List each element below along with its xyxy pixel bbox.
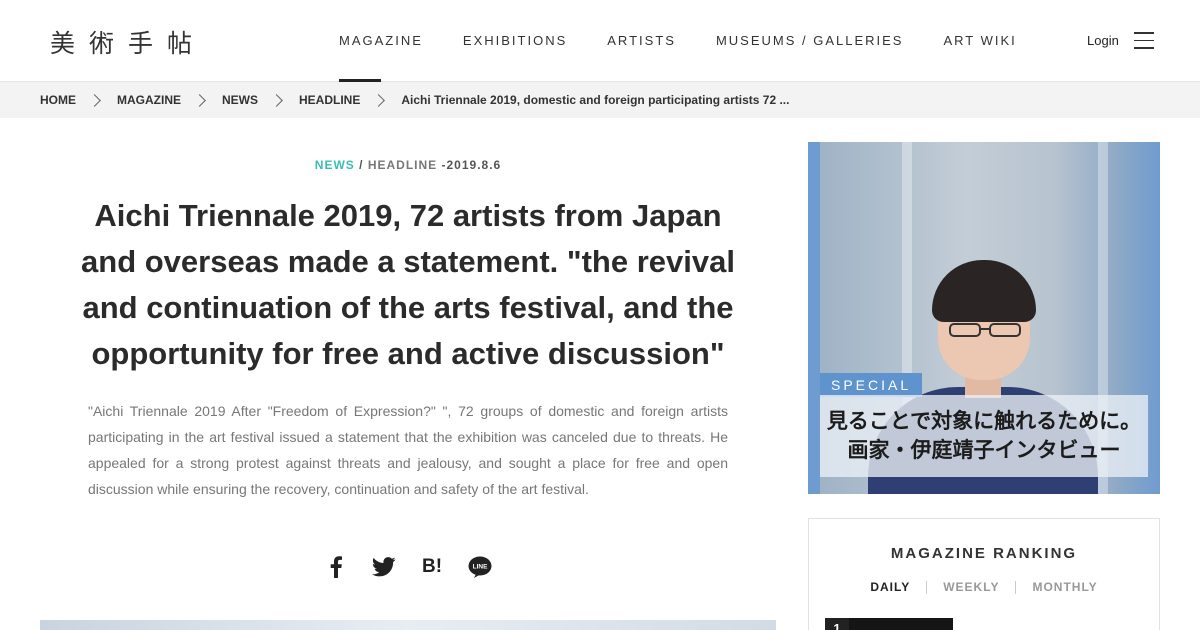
nav-item-exhibitions[interactable]: EXHIBITIONS (443, 0, 587, 82)
login-link[interactable]: Login (1087, 33, 1119, 48)
breadcrumb-news[interactable]: NEWS (222, 93, 258, 107)
chevron-right-icon (270, 93, 283, 107)
chevron-right-icon (193, 93, 206, 107)
hatena-bookmark-icon[interactable]: B! (418, 551, 446, 583)
facebook-icon[interactable] (322, 551, 350, 583)
share-buttons: B! LINE (322, 551, 494, 583)
rank-number: 1 (825, 618, 849, 630)
site-header: 美術手帖 MAGAZINE EXHIBITIONS ARTISTS MUSEUM… (0, 0, 1200, 82)
tab-monthly[interactable]: MONTHLY (1016, 580, 1113, 594)
article-meta: NEWS / HEADLINE -2019.8.6 (40, 158, 776, 172)
article-category-link[interactable]: NEWS (315, 158, 355, 172)
breadcrumb-home[interactable]: HOME (40, 93, 76, 107)
hatena-bookmark-label: B! (421, 556, 443, 577)
main-nav: MAGAZINE EXHIBITIONS ARTISTS MUSEUMS / G… (319, 0, 1037, 82)
promo-caption-line2: 画家・伊庭靖子インタビュー (847, 439, 1121, 462)
article-date: -2019.8.6 (441, 158, 502, 172)
nav-item-artists[interactable]: ARTISTS (587, 0, 696, 82)
nav-item-magazine[interactable]: MAGAZINE (319, 0, 443, 82)
ranking-title: MAGAZINE RANKING (890, 545, 1078, 562)
portrait-hair (932, 260, 1036, 322)
nav-item-art-wiki[interactable]: ART WIKI (923, 0, 1036, 82)
meta-separator: / (359, 158, 364, 172)
site-logo[interactable]: 美術手帖 (50, 24, 206, 60)
line-icon[interactable]: LINE (466, 551, 494, 583)
article-lead: "Aichi Triennale 2019 After "Freedom of … (88, 403, 728, 497)
hamburger-menu-icon[interactable] (1134, 32, 1154, 50)
special-promo-banner[interactable]: SPECIAL 見ることで対象に触れるために。 画家・伊庭靖子インタビュー (808, 142, 1160, 494)
magazine-ranking: MAGAZINE RANKING DAILY WEEKLY MONTHLY 1 (808, 518, 1160, 630)
promo-tag: SPECIAL (820, 373, 923, 397)
breadcrumb-current: Aichi Triennale 2019, domestic and forei… (401, 93, 790, 107)
article-subcategory-link[interactable]: HEADLINE (368, 158, 437, 172)
ranking-item-thumbnail[interactable]: 1 (825, 618, 953, 630)
chevron-right-icon (88, 93, 101, 107)
tab-weekly[interactable]: WEEKLY (927, 580, 1015, 594)
breadcrumb: HOME MAGAZINE NEWS HEADLINE Aichi Trienn… (0, 82, 1200, 118)
promo-caption-line1: 見ることで対象に触れるために。 (826, 410, 1142, 433)
breadcrumb-magazine[interactable]: MAGAZINE (117, 93, 181, 107)
chevron-right-icon (372, 93, 386, 107)
glasses-icon (949, 323, 1021, 337)
article-hero-image (40, 620, 776, 630)
breadcrumb-headline[interactable]: HEADLINE (299, 93, 360, 107)
tab-daily[interactable]: DAILY (854, 580, 926, 594)
promo-caption: 見ることで対象に触れるために。 画家・伊庭靖子インタビュー (820, 395, 1148, 477)
twitter-icon[interactable] (370, 551, 398, 583)
ranking-tabs: DAILY WEEKLY MONTHLY (809, 580, 1159, 594)
nav-item-museums-galleries[interactable]: MUSEUMS / GALLERIES (696, 0, 924, 82)
line-icon-label: LINE (473, 564, 488, 571)
article-title: Aichi Triennale 2019, 72 artists from Ja… (81, 198, 735, 371)
